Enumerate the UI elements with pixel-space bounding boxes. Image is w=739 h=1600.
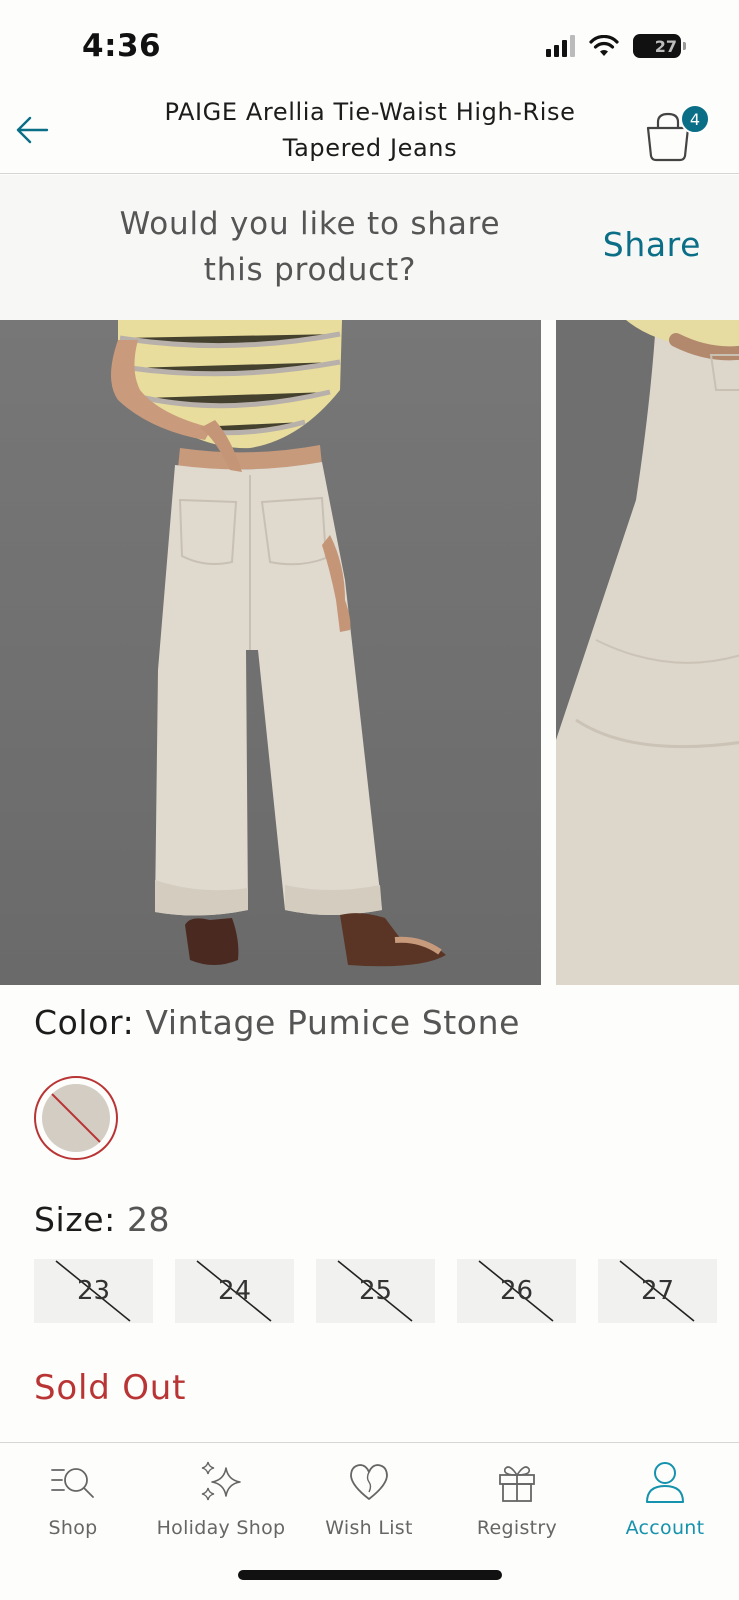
share-prompt: Would you like to share this product?	[119, 206, 501, 288]
cellular-signal-icon	[546, 35, 575, 57]
sold-out-status: Sold Out	[34, 1368, 187, 1408]
color-label: Color:	[34, 1003, 135, 1042]
bag-count-badge: 4	[680, 104, 710, 134]
product-image-main[interactable]	[0, 320, 541, 985]
product-image-next[interactable]	[556, 320, 739, 985]
tab-registry[interactable]: Registry	[447, 1457, 587, 1539]
size-option-label: 27	[640, 1276, 675, 1306]
size-option-label: 25	[358, 1276, 393, 1306]
size-option-unavailable[interactable]: 25	[316, 1259, 435, 1323]
back-arrow-icon	[16, 116, 49, 144]
nav-header: PAIGE Arellia Tie-Waist High-Rise Tapere…	[0, 90, 739, 174]
status-icons: 27	[546, 34, 686, 58]
size-options: 23 24 25 26 27	[34, 1259, 724, 1323]
status-time: 4:36	[82, 28, 162, 64]
size-selection: Size: 28	[34, 1200, 170, 1239]
shop-search-icon	[51, 1468, 94, 1498]
product-image-carousel[interactable]	[0, 320, 739, 985]
tab-account[interactable]: Account	[595, 1457, 735, 1539]
color-swatch-fill	[42, 1084, 110, 1152]
color-swatch-unavailable[interactable]	[34, 1076, 118, 1160]
size-selected-value: 28	[126, 1200, 171, 1239]
battery-level: 27	[654, 36, 677, 56]
tab-wish-list[interactable]: Wish List	[299, 1457, 439, 1539]
status-bar: 4:36 27	[0, 0, 739, 90]
size-option-unavailable[interactable]: 23	[34, 1259, 153, 1323]
share-button[interactable]: Share	[603, 225, 701, 264]
home-indicator[interactable]	[238, 1570, 502, 1580]
size-option-unavailable[interactable]: 26	[457, 1259, 576, 1323]
tab-label: Wish List	[325, 1517, 413, 1539]
tab-label: Registry	[476, 1517, 558, 1539]
tab-holiday-shop[interactable]: Holiday Shop	[151, 1457, 291, 1539]
size-option-unavailable[interactable]: 27	[598, 1259, 717, 1323]
tab-label: Holiday Shop	[156, 1517, 286, 1539]
size-option-unavailable[interactable]: 24	[175, 1259, 294, 1323]
heart-icon	[350, 1464, 388, 1500]
color-value: Vintage Pumice Stone	[145, 1003, 521, 1042]
size-option-label: 24	[217, 1276, 252, 1306]
size-option-label: 23	[76, 1276, 111, 1306]
wifi-icon	[589, 35, 619, 56]
back-button[interactable]	[10, 108, 54, 152]
tab-label: Shop	[48, 1517, 98, 1539]
shopping-bag-button[interactable]: 4	[640, 104, 710, 162]
gift-icon	[499, 1466, 535, 1502]
size-option-label: 26	[499, 1276, 534, 1306]
tab-shop[interactable]: Shop	[3, 1457, 143, 1539]
color-selection: Color: Vintage Pumice Stone	[34, 1003, 520, 1042]
person-icon	[646, 1462, 684, 1503]
share-banner: Would you like to share this product? Sh…	[0, 175, 739, 320]
battery-icon: 27	[633, 34, 686, 58]
size-label: Size:	[34, 1200, 116, 1239]
sparkles-icon	[201, 1461, 241, 1501]
page-title: PAIGE Arellia Tie-Waist High-Rise Tapere…	[164, 98, 576, 162]
tab-label: Account	[625, 1517, 705, 1539]
